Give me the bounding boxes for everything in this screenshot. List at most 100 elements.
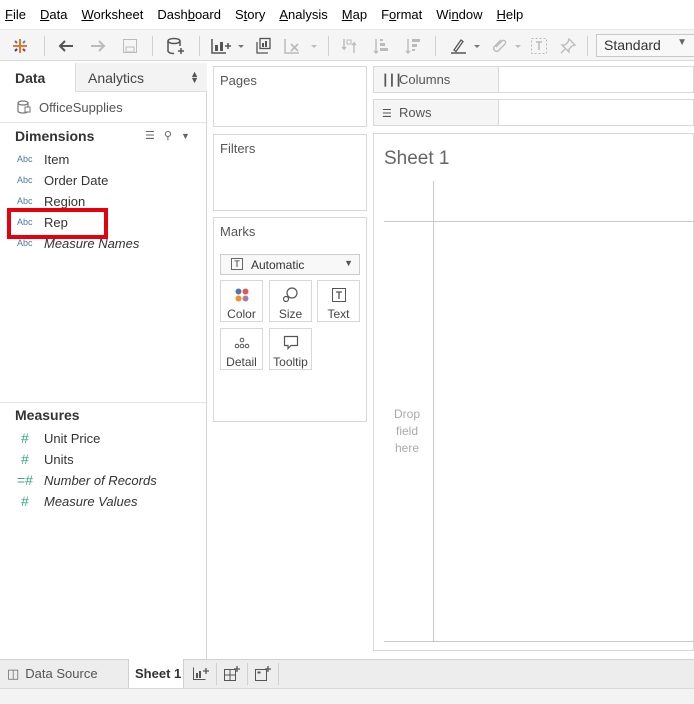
size-icon bbox=[270, 287, 311, 303]
rows-icon: ☰ bbox=[382, 108, 392, 120]
list-view-icon[interactable]: ☰ bbox=[145, 129, 155, 142]
menu-help[interactable]: Help bbox=[497, 7, 524, 22]
number-type-icon: # bbox=[21, 430, 29, 446]
sheet-title[interactable]: Sheet 1 bbox=[384, 148, 450, 170]
data-pane: Data Analytics ▲ ▼ OfficeSupplies Dimensi… bbox=[0, 63, 207, 659]
divider bbox=[0, 402, 206, 403]
swap-icon[interactable] bbox=[338, 35, 360, 57]
filters-card[interactable]: Filters bbox=[213, 134, 367, 211]
field-name: Number of Records bbox=[44, 472, 157, 488]
datasource-icon: ◫ bbox=[7, 666, 20, 681]
gridline bbox=[384, 221, 694, 222]
pages-card[interactable]: Pages bbox=[213, 66, 367, 127]
text-icon bbox=[318, 287, 359, 303]
field-name: Order Date bbox=[44, 172, 109, 188]
sort-ascending-icon[interactable] bbox=[370, 35, 392, 57]
mark-type-value: Automatic bbox=[251, 258, 305, 272]
menu-map[interactable]: Map bbox=[342, 7, 367, 22]
columns-icon: ┃┃┃ bbox=[382, 75, 402, 87]
group-icon[interactable] bbox=[488, 35, 524, 57]
datasource-item[interactable]: OfficeSupplies bbox=[16, 98, 123, 116]
new-datasource-icon[interactable] bbox=[164, 35, 188, 57]
field-name: Units bbox=[44, 451, 74, 467]
toolbar-separator bbox=[328, 36, 329, 56]
back-arrow-icon[interactable] bbox=[55, 35, 77, 57]
marks-card-title: Marks bbox=[220, 224, 256, 239]
drop-field-hint[interactable]: Drop field here bbox=[387, 406, 427, 457]
text-button[interactable]: Text bbox=[317, 280, 360, 322]
gridline bbox=[384, 641, 694, 642]
rows-shelf[interactable]: ☰ Rows bbox=[373, 99, 694, 126]
marks-card: Marks T Automatic ▼ Color Size Text Deta… bbox=[213, 217, 367, 422]
detail-button[interactable]: Detail bbox=[220, 328, 263, 370]
tab-analytics-label: Analytics bbox=[88, 70, 145, 86]
tab-analytics[interactable]: Analytics ▲ ▼ bbox=[75, 63, 207, 92]
measure-field-number-of-records[interactable]: =# Number of Records bbox=[17, 471, 157, 489]
menu-format[interactable]: Format bbox=[381, 7, 422, 22]
tooltip-button[interactable]: Tooltip bbox=[269, 328, 312, 370]
chevron-down-icon[interactable]: ▼ bbox=[181, 131, 190, 141]
number-type-icon: # bbox=[21, 451, 29, 467]
detail-dots-icon bbox=[221, 335, 262, 351]
mark-type-select[interactable]: T Automatic ▼ bbox=[220, 254, 360, 275]
toolbar-separator bbox=[435, 36, 436, 56]
rows-label: Rows bbox=[399, 105, 432, 120]
field-name: Item bbox=[44, 151, 70, 167]
divider bbox=[0, 122, 206, 123]
sheet-tabs-bar: ◫ Data Source Sheet 1 bbox=[0, 659, 694, 689]
dimensions-header: Dimensions bbox=[15, 128, 95, 144]
fit-select-value: Standard bbox=[604, 37, 661, 53]
menu-analysis[interactable]: Analysis bbox=[279, 7, 327, 22]
new-dashboard-icon[interactable] bbox=[223, 666, 241, 682]
measure-field-measure-values[interactable]: # Measure Values bbox=[17, 492, 137, 510]
sort-descending-icon[interactable] bbox=[402, 35, 424, 57]
dimension-field-order-date[interactable]: Abc Order Date bbox=[17, 171, 108, 189]
detail-label: Detail bbox=[226, 355, 257, 369]
calculated-number-type-icon: =# bbox=[17, 472, 33, 488]
color-dots-icon bbox=[221, 287, 262, 303]
tab-sheet-1[interactable]: Sheet 1 bbox=[128, 659, 184, 689]
pin-icon[interactable] bbox=[557, 35, 579, 57]
menu-data[interactable]: Data bbox=[40, 7, 67, 22]
forward-arrow-icon[interactable] bbox=[87, 35, 109, 57]
tableau-logo-icon[interactable] bbox=[9, 35, 31, 57]
search-icon[interactable]: ⚲ bbox=[164, 129, 172, 142]
datasource-name: OfficeSupplies bbox=[39, 99, 123, 115]
string-type-icon: Abc bbox=[17, 196, 33, 206]
size-button[interactable]: Size bbox=[269, 280, 312, 322]
menu-window[interactable]: Window bbox=[436, 7, 482, 22]
measures-header: Measures bbox=[15, 407, 80, 423]
columns-shelf[interactable]: ┃┃┃ Columns bbox=[373, 66, 694, 93]
dimension-field-item[interactable]: Abc Item bbox=[17, 150, 69, 168]
toolbar: Standard ▼ bbox=[0, 29, 694, 61]
menu-worksheet[interactable]: Worksheet bbox=[81, 7, 143, 22]
new-worksheet-icon[interactable] bbox=[209, 35, 245, 57]
sheet-view[interactable]: Sheet 1 Drop field here bbox=[373, 133, 694, 651]
columns-label: Columns bbox=[399, 72, 451, 87]
filters-card-title: Filters bbox=[220, 141, 256, 156]
new-story-icon[interactable] bbox=[254, 666, 272, 682]
measure-field-unit-price[interactable]: # Unit Price bbox=[17, 429, 100, 447]
toolbar-separator bbox=[44, 36, 45, 56]
fit-select[interactable]: Standard ▼ bbox=[596, 34, 694, 57]
clear-sheet-icon[interactable] bbox=[282, 35, 318, 57]
new-worksheet-icon[interactable] bbox=[192, 666, 210, 682]
number-type-icon: # bbox=[21, 493, 29, 509]
field-name: Unit Price bbox=[44, 430, 101, 446]
highlight-icon[interactable] bbox=[447, 35, 483, 57]
menu-story[interactable]: Story bbox=[235, 7, 265, 22]
chevron-down-icon: ▼ bbox=[677, 37, 687, 48]
color-button[interactable]: Color bbox=[220, 280, 263, 322]
divider bbox=[216, 663, 217, 685]
save-icon[interactable] bbox=[119, 35, 141, 57]
menu-dashboard[interactable]: Dashboard bbox=[157, 7, 221, 22]
menu-file[interactable]: File bbox=[5, 7, 26, 22]
labels-icon[interactable] bbox=[528, 35, 550, 57]
sort-toggle-icon[interactable]: ▲ ▼ bbox=[190, 70, 199, 85]
duplicate-sheet-icon[interactable] bbox=[252, 35, 274, 57]
tab-data-source[interactable]: ◫ Data Source bbox=[0, 660, 127, 688]
tab-data[interactable]: Data bbox=[0, 63, 75, 92]
measure-field-units[interactable]: # Units bbox=[17, 450, 74, 468]
columns-shelf-label: ┃┃┃ Columns bbox=[374, 67, 499, 92]
dimensions-tools: ☰ ⚲ ▼ bbox=[145, 129, 199, 142]
